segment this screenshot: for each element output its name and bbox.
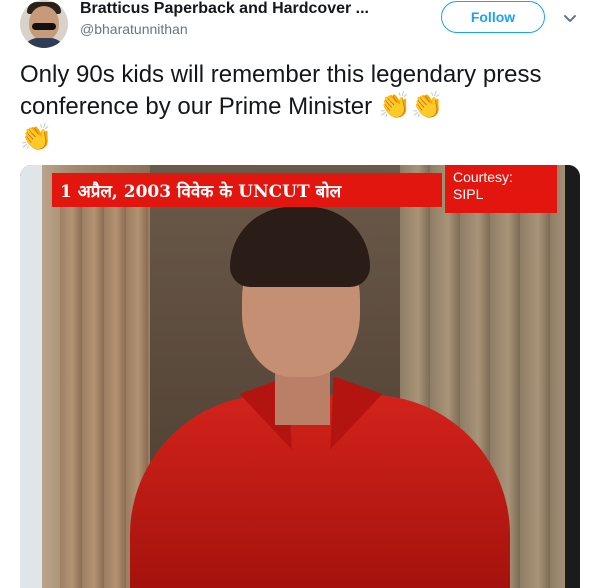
tweet-body: Only 90s kids will remember this legenda… (20, 61, 542, 120)
frame-edge-left (20, 165, 42, 588)
courtesy-box: Courtesy: SIPL (445, 165, 557, 213)
tweet-text: Only 90s kids will remember this legenda… (20, 60, 585, 154)
clap-emoji-1: 👏 (378, 90, 412, 120)
author-handle[interactable]: @bharatunnithan (80, 21, 188, 37)
courtesy-label: Courtesy: (453, 169, 513, 185)
author-name[interactable]: Bratticus Paperback and Hardcover ... (80, 0, 369, 18)
tweet-media-video[interactable]: 1 अप्रैल, 2003 विवेक के UNCUT बोल Courte… (20, 165, 580, 588)
frame-edge-right (565, 165, 580, 588)
clap-emoji-3: 👏 (20, 122, 53, 152)
news-banner: 1 अप्रैल, 2003 विवेक के UNCUT बोल (52, 173, 442, 207)
chevron-down-icon[interactable] (562, 10, 578, 26)
avatar-mustache (32, 23, 56, 30)
avatar[interactable] (20, 0, 68, 48)
clap-emoji-2: 👏 (411, 90, 444, 120)
avatar-shirt (22, 38, 66, 48)
follow-button[interactable]: Follow (441, 1, 545, 33)
tweet-header: Bratticus Paperback and Hardcover ... @b… (0, 0, 602, 56)
courtesy-source: SIPL (453, 186, 484, 202)
